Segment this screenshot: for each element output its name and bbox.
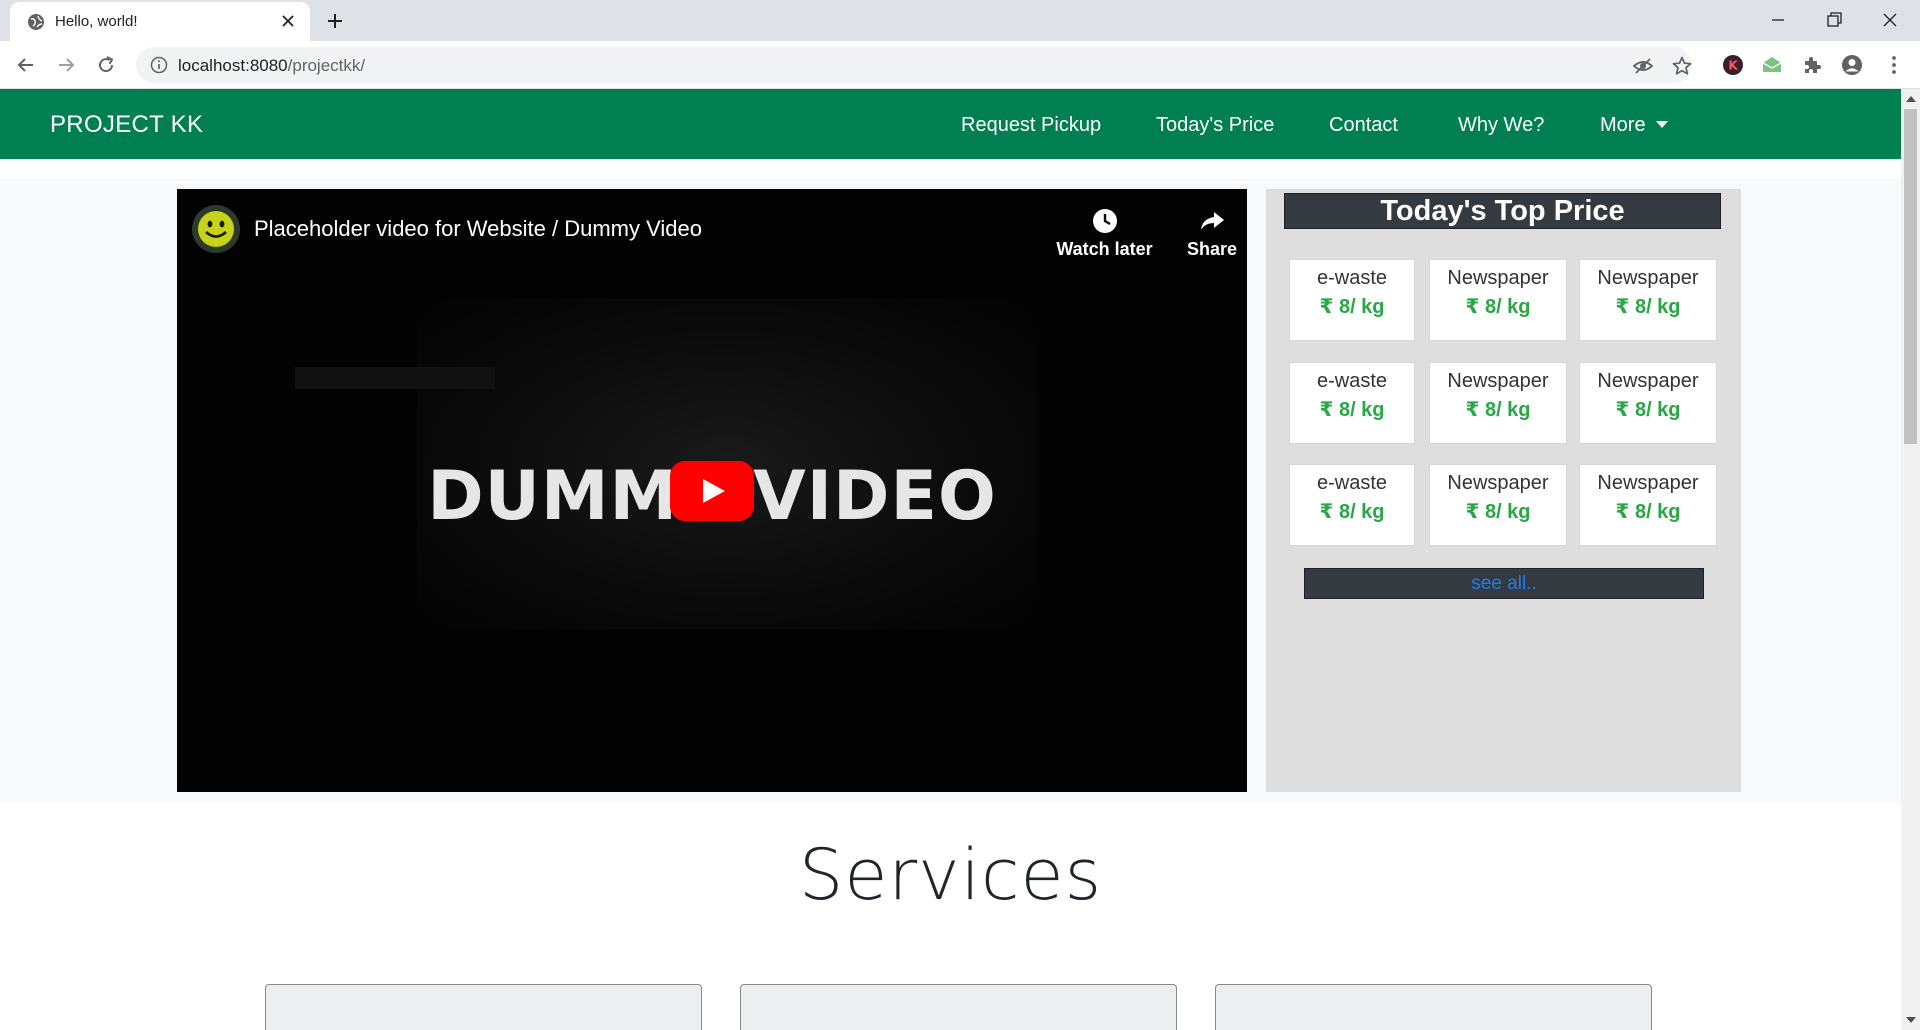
price-card[interactable]: e-waste ₹ 8/ kg [1289, 464, 1415, 546]
window-close-icon[interactable] [1878, 8, 1902, 32]
nav-more-label: More [1600, 114, 1646, 136]
price-card[interactable]: Newspaper ₹ 8/ kg [1429, 362, 1567, 444]
reload-icon[interactable] [94, 53, 118, 77]
kebab-menu-icon[interactable] [1882, 53, 1906, 77]
channel-avatar-smiley-icon[interactable] [191, 204, 241, 254]
price-card[interactable]: Newspaper ₹ 8/ kg [1429, 464, 1567, 546]
nav-request-pickup[interactable]: Request Pickup [961, 114, 1101, 137]
browser-tab-strip: Hello, world! [0, 0, 1920, 41]
extension-mail-icon[interactable] [1760, 53, 1784, 77]
price-item-value: ₹ 8/ kg [1465, 296, 1531, 318]
url-text: localhost:8080/projectkk/ [178, 56, 365, 76]
scroll-down-arrow-icon[interactable] [1906, 1017, 1916, 1023]
forward-arrow-icon[interactable] [54, 53, 78, 77]
browser-toolbar: localhost:8080/projectkk/ K [0, 41, 1920, 89]
close-icon[interactable] [280, 13, 296, 29]
price-item-name: e-waste [1316, 370, 1388, 392]
price-card[interactable]: Newspaper ₹ 8/ kg [1579, 362, 1717, 444]
nav-todays-price[interactable]: Today's Price [1156, 114, 1274, 137]
new-tab-icon[interactable] [325, 11, 345, 31]
page-viewport: PROJECT KK Request Pickup Today's Price … [0, 89, 1901, 1030]
price-item-name: Newspaper [1447, 267, 1549, 289]
scroll-up-arrow-icon[interactable] [1906, 96, 1916, 102]
price-item-value: ₹ 8/ kg [1319, 296, 1385, 318]
nav-contact[interactable]: Contact [1329, 114, 1398, 137]
service-card[interactable] [1215, 984, 1652, 1030]
restore-icon[interactable] [1822, 8, 1846, 32]
service-card[interactable] [740, 984, 1177, 1030]
top-price-heading: Today's Top Price [1284, 193, 1721, 229]
embedded-video[interactable]: Placeholder video for Website / Dummy Vi… [177, 189, 1247, 792]
price-card[interactable]: e-waste ₹ 8/ kg [1289, 362, 1415, 444]
video-thumbnail-shadow [295, 367, 495, 389]
share-arrow-icon [1201, 212, 1224, 230]
price-item-value: ₹ 8/ kg [1465, 501, 1531, 523]
price-item-value: ₹ 8/ kg [1465, 399, 1531, 421]
nav-more-dropdown[interactable]: More [1600, 114, 1668, 137]
price-item-name: Newspaper [1597, 267, 1699, 289]
url-host: localhost:8080 [178, 56, 288, 75]
price-item-value: ₹ 8/ kg [1615, 501, 1681, 523]
info-icon[interactable] [150, 56, 168, 74]
price-item-value: ₹ 8/ kg [1319, 399, 1385, 421]
price-item-name: Newspaper [1447, 370, 1549, 392]
service-card[interactable] [265, 984, 702, 1030]
price-item-name: Newspaper [1597, 472, 1699, 494]
price-card[interactable]: Newspaper ₹ 8/ kg [1579, 259, 1717, 341]
profile-avatar-icon[interactable] [1840, 53, 1864, 77]
price-item-name: e-waste [1316, 267, 1388, 289]
share-button[interactable]: Share [1177, 207, 1247, 260]
price-card[interactable]: Newspaper ₹ 8/ kg [1579, 464, 1717, 546]
back-arrow-icon[interactable] [14, 53, 38, 77]
price-card[interactable]: e-waste ₹ 8/ kg [1289, 259, 1415, 341]
caret-down-icon [1655, 121, 1668, 128]
price-item-name: Newspaper [1597, 370, 1699, 392]
price-card[interactable]: Newspaper ₹ 8/ kg [1429, 259, 1567, 341]
watch-later-label: Watch later [1056, 239, 1153, 259]
price-item-value: ₹ 8/ kg [1615, 399, 1681, 421]
puzzle-icon[interactable] [1800, 53, 1824, 77]
price-item-name: e-waste [1316, 472, 1388, 494]
extension-k-label: K [1728, 59, 1738, 73]
video-title[interactable]: Placeholder video for Website / Dummy Vi… [254, 216, 702, 242]
site-navbar: PROJECT KK Request Pickup Today's Price … [0, 89, 1901, 159]
eye-off-icon[interactable] [1632, 55, 1654, 77]
nav-why-we[interactable]: Why We? [1458, 114, 1544, 137]
top-price-panel: Today's Top Price e-waste ₹ 8/ kg Newspa… [1266, 189, 1741, 792]
services-heading: Services [798, 834, 1103, 916]
minimize-icon[interactable] [1766, 8, 1790, 32]
scroll-thumb[interactable] [1904, 109, 1917, 444]
price-item-value: ₹ 8/ kg [1615, 296, 1681, 318]
brand-logo[interactable]: PROJECT KK [50, 111, 203, 139]
clock-icon [1092, 209, 1117, 233]
price-item-value: ₹ 8/ kg [1319, 501, 1385, 523]
tab-title: Hello, world! [55, 13, 138, 30]
extension-k-icon[interactable]: K [1721, 53, 1745, 77]
watch-later-button[interactable]: Watch later [1042, 207, 1167, 260]
star-icon[interactable] [1671, 55, 1693, 77]
address-bar[interactable]: localhost:8080/projectkk/ [136, 47, 1692, 83]
play-button-icon[interactable] [670, 461, 754, 521]
share-label: Share [1186, 239, 1238, 259]
page-scrollbar[interactable] [1901, 89, 1920, 1030]
see-all-link[interactable]: see all.. [1304, 568, 1704, 599]
browser-tab[interactable]: Hello, world! [10, 2, 310, 41]
globe-icon [28, 14, 44, 30]
url-path: /projectkk/ [287, 56, 366, 75]
price-item-name: Newspaper [1447, 472, 1549, 494]
